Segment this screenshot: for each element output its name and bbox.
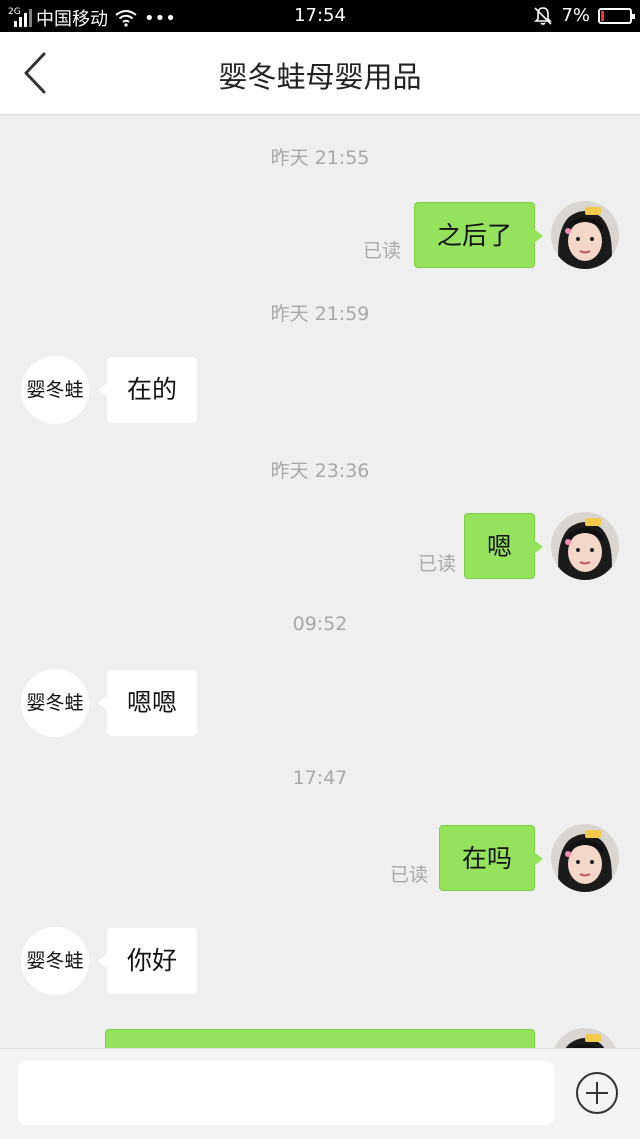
- message-timestamp: 昨天 23:36: [270, 460, 370, 482]
- read-receipt: 已读: [418, 553, 457, 575]
- chat-header: 婴冬蛙母婴用品: [0, 32, 640, 115]
- message-bubble-received[interactable]: 嗯嗯: [97, 670, 198, 736]
- avatar-photo-icon: [551, 512, 619, 580]
- input-bar: [0, 1048, 640, 1139]
- message-bubble-sent[interactable]: 在吗: [438, 825, 544, 891]
- battery-percent: 7%: [561, 5, 590, 26]
- add-plus-icon[interactable]: [575, 1071, 619, 1115]
- my-avatar[interactable]: [551, 512, 619, 580]
- read-receipt: 已读: [363, 240, 402, 262]
- battery-icon: [598, 7, 635, 24]
- mute-bell-icon: [534, 6, 553, 25]
- read-receipt: 已读: [390, 864, 429, 886]
- message-bubble-sent[interactable]: 之后了: [413, 202, 544, 268]
- my-avatar[interactable]: [551, 201, 619, 269]
- contact-avatar[interactable]: 婴冬蛙: [21, 927, 89, 995]
- message-timestamp: 09:52: [292, 613, 348, 635]
- status-right: 7%: [533, 5, 635, 26]
- status-bar: 2G 中国移动 ••• 17:54 7%: [0, 0, 640, 32]
- avatar-photo-icon: [551, 1028, 619, 1048]
- contact-avatar[interactable]: 婴冬蛙: [21, 669, 89, 737]
- message-bubble-received[interactable]: 你好: [97, 928, 198, 994]
- message-bubble-sent[interactable]: 嗯: [463, 513, 544, 579]
- message-bubble-sent-partial[interactable]: [105, 1029, 535, 1048]
- avatar-photo-icon: [551, 201, 619, 269]
- message-list[interactable]: 昨天 21:55 已读 之后了 昨天 21:59 婴冬蛙 在的 昨天 23:36…: [0, 115, 640, 1048]
- message-timestamp: 昨天 21:59: [270, 303, 370, 325]
- message-timestamp: 昨天 21:55: [270, 147, 370, 169]
- my-avatar[interactable]: [551, 1028, 619, 1048]
- page-title: 婴冬蛙母婴用品: [218, 60, 422, 94]
- message-timestamp: 17:47: [292, 767, 348, 789]
- message-bubble-received[interactable]: 在的: [97, 357, 198, 423]
- message-input[interactable]: [18, 1061, 554, 1125]
- contact-avatar[interactable]: 婴冬蛙: [21, 356, 89, 424]
- my-avatar[interactable]: [551, 824, 619, 892]
- avatar-photo-icon: [551, 824, 619, 892]
